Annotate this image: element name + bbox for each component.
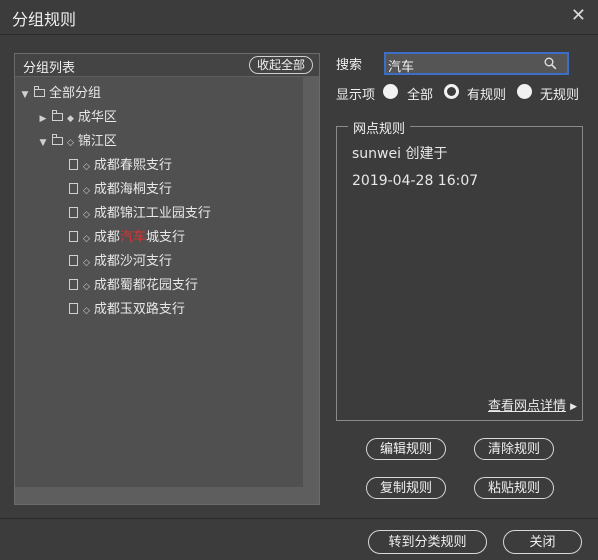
horizontal-scrollbar[interactable] [15,487,319,504]
diamond-outline-icon: ◇ [83,186,90,196]
radio-has-rule-label[interactable]: 有规则 [467,84,506,103]
diamond-outline-icon: ◇ [67,138,74,148]
caret-right-icon[interactable]: ▶ [570,402,577,412]
file-icon [69,183,78,194]
radio-no-rule-label[interactable]: 无规则 [540,84,579,103]
node-rules-legend: 网点规则 [348,118,411,137]
tree-node-root[interactable]: ▼ 全部分组 [19,83,101,105]
radio-has-rule[interactable] [444,84,459,99]
radio-all-label[interactable]: 全部 [407,84,433,103]
clear-rule-button[interactable]: 清除规则 [474,438,554,460]
tree-node-branch[interactable]: ◇ 成都汽车城支行 [69,227,185,249]
tree-node-label: 成都春熙支行 [93,158,172,173]
file-icon [69,255,78,266]
file-icon [69,279,78,290]
tree-node-label: 成华区 [77,110,117,125]
search-match-highlight: 汽车 [119,230,146,245]
goto-classify-rules-button[interactable]: 转到分类规则 [368,530,487,554]
edit-rule-button[interactable]: 编辑规则 [366,438,446,460]
tree-node-label: 全部分组 [49,86,102,101]
file-icon [69,303,78,314]
tree-node-branch[interactable]: ◇ 成都沙河支行 [69,251,172,273]
search-label: 搜索 [336,58,363,73]
panel-title: 分组列表 [23,61,76,76]
diamond-outline-icon: ◇ [83,210,90,220]
radio-all[interactable] [383,84,398,99]
title-bar: 分组规则 ✕ [0,0,598,35]
collapse-all-button[interactable]: 收起全部 [248,56,313,74]
group-tree: ▼ 全部分组 ▶ ◆ 成华区 ▼ ◇ 锦江区 ◇ 成都春熙支行 ◇ 成都海桐支行 ◇ 成都锦江工… [15,77,304,487]
tree-node-branch[interactable]: ◇ 成都海桐支行 [69,179,172,201]
folder-icon [52,109,63,121]
diamond-outline-icon: ◇ [83,306,90,316]
created-at: 2019-04-28 16:07 [352,173,479,189]
tree-node-label: 锦江区 [77,134,117,149]
tree-node-district[interactable]: ▼ ◇ 锦江区 [37,131,117,153]
close-button[interactable]: 关闭 [503,530,582,554]
folder-icon [34,85,45,97]
close-icon[interactable]: ✕ [571,5,586,27]
tree-node-district[interactable]: ▶ ◆ 成华区 [37,107,117,129]
tree-node-label: 成都玉双路支行 [93,302,185,317]
diamond-outline-icon: ◇ [83,282,90,292]
diamond-outline-icon: ◇ [83,258,90,268]
vertical-scrollbar[interactable] [303,77,319,487]
creator-line: sunwei 创建于 [352,146,448,162]
tree-node-label: 成都蜀都花园支行 [93,278,198,293]
tree-node-branch[interactable]: ◇ 成都春熙支行 [69,155,172,177]
tree-node-label: 成都锦江工业园支行 [93,206,211,221]
tree-node-label: 成都沙河支行 [93,254,172,269]
tree-node-branch[interactable]: ◇ 成都锦江工业园支行 [69,203,211,225]
collapsed-arrow-icon[interactable]: ▶ [37,108,49,130]
tree-node-label-prefix: 成都 [93,230,120,245]
radio-no-rule[interactable] [517,84,532,99]
tree-node-label-suffix: 城支行 [145,230,185,245]
diamond-icon: ◆ [67,114,74,124]
search-input-value[interactable]: 汽车 [388,56,414,75]
search-input[interactable]: 汽车 [384,52,569,75]
display-filter-label: 显示项 [336,88,376,103]
folder-icon [52,133,63,145]
paste-rule-button[interactable]: 粘贴规则 [474,477,554,499]
expand-arrow-icon[interactable]: ▼ [19,84,31,106]
diamond-outline-icon: ◇ [83,162,90,172]
tree-node-label: 成都海桐支行 [93,182,172,197]
file-icon [69,231,78,242]
diamond-outline-icon: ◇ [83,234,90,244]
tree-node-branch[interactable]: ◇ 成都蜀都花园支行 [69,275,198,297]
search-icon[interactable] [544,57,557,70]
file-icon [69,207,78,218]
footer-divider [0,518,598,519]
expand-arrow-icon[interactable]: ▼ [37,132,49,154]
copy-rule-button[interactable]: 复制规则 [366,477,446,499]
tree-node-branch[interactable]: ◇ 成都玉双路支行 [69,299,185,321]
file-icon [69,159,78,170]
group-list-panel: 分组列表 收起全部 ▼ 全部分组 ▶ ◆ 成华区 ▼ ◇ 锦江区 ◇ 成都春熙支行 ◇ 成都海… [14,53,320,505]
node-rules-group: 网点规则 sunwei 创建于 2019-04-28 16:07 查看网点详情 … [336,118,583,421]
window-title: 分组规则 [12,10,77,29]
panel-header: 分组列表 收起全部 [15,54,319,77]
view-node-details-link[interactable]: 查看网点详情 [488,395,566,414]
